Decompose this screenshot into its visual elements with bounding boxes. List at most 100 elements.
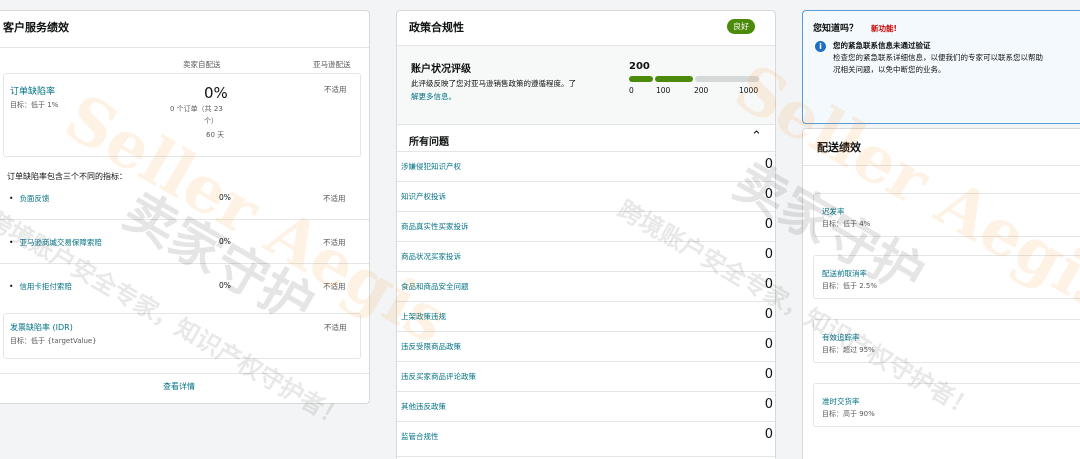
shipping-performance-panel: 配送绩效 迟发率 目标：低于 4% 配送前取消率 目标：低于 2.5% 有效追踪…: [802, 128, 1080, 459]
valid-tracking-box: 有效追踪率 目标：超过 95%: [813, 319, 1080, 363]
status-badge: 良好: [727, 19, 755, 34]
issue-label[interactable]: 商品状况买家投诉: [401, 251, 461, 262]
issue-count: 0: [764, 247, 773, 262]
issue-row[interactable]: 其他违反政策 0: [397, 391, 775, 421]
new-feature-label: 新功能!: [871, 24, 897, 33]
issue-row[interactable]: 食品和商品安全问题 0: [397, 271, 775, 301]
metric-row: 亚马逊商城交易保障索赔 0% 不适用: [0, 231, 369, 261]
issue-label[interactable]: 违反买家商品评论政策: [401, 371, 476, 382]
col-seller-fulfilled: 卖家自配送: [183, 60, 221, 69]
issue-row[interactable]: 监管合规性 0: [397, 421, 775, 457]
rating-bar-segment: [695, 76, 759, 82]
issue-label[interactable]: 商品真实性买家投诉: [401, 221, 469, 232]
metric-amazon: 不适用: [323, 194, 346, 203]
on-time-delivery-target: 目标：高于 90%: [822, 410, 875, 418]
metrics-list: 负面反馈 0% 不适用 亚马逊商城交易保障索赔 0% 不适用 信用卡拒付索赔 0…: [0, 187, 369, 307]
learn-more-link[interactable]: 解更多信息。: [411, 91, 456, 102]
emergency-contact-headline: 您的紧急联系信息未通过验证: [833, 41, 931, 50]
issue-row[interactable]: 上架政策违规 0: [397, 301, 775, 331]
rating-bar: [629, 76, 759, 82]
customer-service-panel: 客户服务绩效 卖家自配送 亚马逊配送 订单缺陷率 目标：低于 1% 0% 0 个…: [0, 10, 370, 404]
issue-row[interactable]: 违反受限商品政策 0: [397, 331, 775, 361]
rating-bar-segment: [655, 76, 693, 82]
metrics-intro: 订单缺陷率包含三个不同的指标：: [7, 172, 127, 181]
issue-row[interactable]: 知识产权投诉 0: [397, 181, 775, 211]
did-you-know-panel: 您知道吗？ 新功能! i 您的紧急联系信息未通过验证 检查您的紧急联系详细信息，…: [802, 10, 1080, 124]
divider: [0, 373, 369, 374]
odr-detail-2: 个）: [204, 117, 218, 125]
view-details-link[interactable]: 查看详情: [163, 381, 195, 392]
on-time-delivery-box: 准时交货率 目标：高于 90%: [813, 383, 1080, 427]
all-issues-title: 所有问题: [409, 137, 449, 148]
info-icon: i: [815, 41, 826, 52]
issue-label[interactable]: 上架政策违规: [401, 311, 446, 322]
issue-row[interactable]: 违反买家商品评论政策 0: [397, 361, 775, 391]
rating-tick: 200: [694, 86, 709, 95]
rating-tick: 1000: [739, 86, 759, 95]
metric-row: 信用卡拒付索赔 0% 不适用: [0, 275, 369, 305]
issue-count: 0: [764, 217, 773, 232]
late-shipment-target: 目标：低于 4%: [822, 220, 871, 228]
metric-atoz-claims[interactable]: 亚马逊商城交易保障索赔: [9, 237, 102, 248]
issue-label[interactable]: 涉嫌侵犯知识产权: [401, 161, 461, 172]
collapse-chevron-icon[interactable]: ⌃: [751, 129, 762, 144]
pre-cancel-target: 目标：低于 2.5%: [822, 282, 878, 290]
issue-count: 0: [764, 307, 773, 322]
rating-bar-segment: [629, 76, 653, 82]
metric-value: 0%: [219, 281, 231, 290]
divider: [0, 263, 369, 264]
on-time-delivery-link[interactable]: 准时交货率: [822, 396, 860, 407]
pre-cancel-link[interactable]: 配送前取消率: [822, 268, 867, 279]
issue-count: 0: [764, 397, 773, 412]
issue-row[interactable]: 商品真实性买家投诉 0: [397, 211, 775, 241]
issue-count: 0: [764, 187, 773, 202]
rating-title: 账户状况评级: [411, 64, 471, 75]
metric-amazon: 不适用: [323, 238, 346, 247]
odr-value: 0%: [204, 84, 228, 102]
issue-count: 0: [764, 427, 773, 442]
metric-amazon: 不适用: [323, 282, 346, 291]
rating-desc-1: 此评级反映了您对亚马逊销售政策的遵循程度。了: [411, 79, 576, 88]
divider: [0, 219, 369, 220]
pre-cancel-box: 配送前取消率 目标：低于 2.5%: [813, 255, 1080, 299]
valid-tracking-target: 目标：超过 95%: [822, 346, 875, 354]
emergency-contact-body-1: 检查您的紧急联系详细信息，以便我们的专家可以联系您以帮助: [833, 53, 1043, 62]
odr-detail-3: 60 天: [206, 131, 225, 139]
divider: [0, 47, 369, 48]
late-shipment-link[interactable]: 迟发率: [822, 206, 845, 217]
issue-label[interactable]: 违反受限商品政策: [401, 341, 461, 352]
odr-link[interactable]: 订单缺陷率: [10, 84, 55, 97]
odr-target: 目标：低于 1%: [10, 101, 59, 109]
issue-label[interactable]: 知识产权投诉: [401, 191, 446, 202]
rating-score: 200: [629, 61, 650, 72]
account-health-rating: 账户状况评级 此评级反映了您对亚马逊销售政策的遵循程度。了 解更多信息。 200…: [397, 45, 775, 125]
idr-box: 发票缺陷率 (IDR) 目标：低于 {targetValue} 不适用: [3, 313, 361, 359]
issue-row[interactable]: 涉嫌侵犯知识产权 0: [397, 151, 775, 181]
odr-detail-1: 0 个订单（共 23: [170, 105, 223, 113]
issue-label[interactable]: 其他违反政策: [401, 401, 446, 412]
divider: [803, 165, 1080, 166]
rating-tick: 100: [656, 86, 671, 95]
issue-count: 0: [764, 277, 773, 292]
emergency-contact-body-2: 况相关问题，以免中断您的业务。: [833, 65, 946, 74]
metric-negative-feedback[interactable]: 负面反馈: [9, 193, 49, 204]
issue-label[interactable]: 监管合规性: [401, 431, 439, 442]
issue-row[interactable]: 商品状况买家投诉 0: [397, 241, 775, 271]
metric-row: 负面反馈 0% 不适用: [0, 187, 369, 217]
metric-chargeback-claims[interactable]: 信用卡拒付索赔: [9, 281, 72, 292]
issue-count: 0: [764, 337, 773, 352]
idr-link[interactable]: 发票缺陷率 (IDR): [10, 322, 73, 333]
shipping-performance-title: 配送绩效: [817, 141, 861, 154]
policy-compliance-panel: 政策合规性 良好 账户状况评级 此评级反映了您对亚马逊销售政策的遵循程度。了 解…: [396, 10, 776, 459]
customer-service-title: 客户服务绩效: [3, 21, 69, 34]
idr-amazon: 不适用: [324, 323, 347, 332]
issue-label[interactable]: 食品和商品安全问题: [401, 281, 469, 292]
valid-tracking-link[interactable]: 有效追踪率: [822, 332, 860, 343]
idr-target: 目标：低于 {targetValue}: [10, 337, 97, 345]
metric-value: 0%: [219, 237, 231, 246]
metric-value: 0%: [219, 193, 231, 202]
odr-box: 订单缺陷率 目标：低于 1% 0% 0 个订单（共 23 个） 60 天 不适用: [3, 73, 361, 157]
odr-amazon: 不适用: [324, 85, 347, 94]
rating-tick: 0: [629, 86, 634, 95]
did-you-know-title: 您知道吗？: [813, 24, 859, 34]
